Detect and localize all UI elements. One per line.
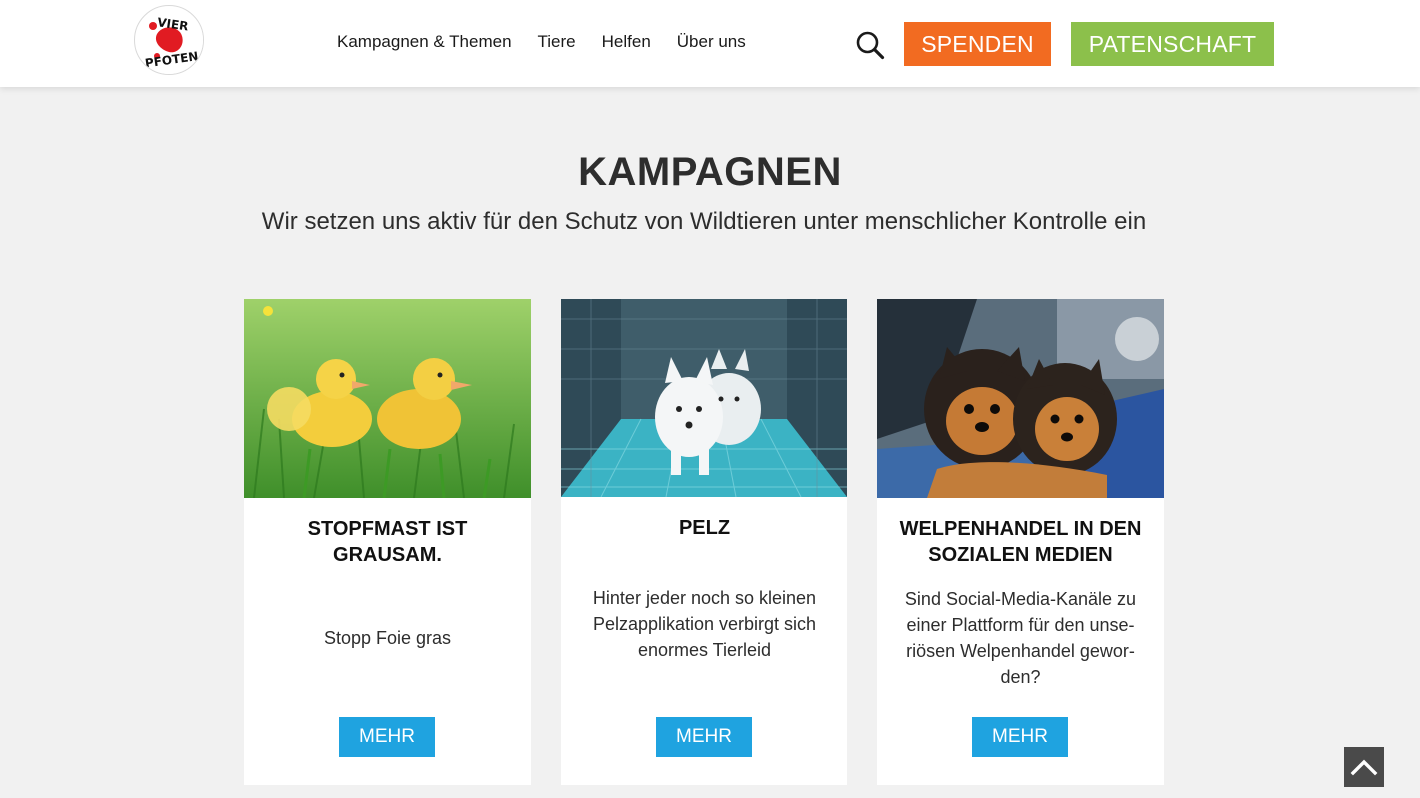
nav-item-tiere[interactable]: Tiere [538, 32, 576, 52]
mehr-button[interactable]: MEHR [339, 717, 435, 757]
site-header: VIER PFOTEN Kampagnen & Themen Tiere Hel… [0, 0, 1420, 87]
section-title: KAMPAGNEN [578, 150, 842, 194]
vier-pfoten-logo[interactable]: VIER PFOTEN [134, 5, 204, 75]
main-navigation: Kampagnen & Themen Tiere Helfen Über uns [337, 32, 772, 52]
card-title: STOPFMAST IST GRAUSAM. [307, 518, 468, 566]
puppies-image[interactable] [877, 299, 1164, 498]
campaign-card-pelz: PELZ Hinter jeder noch so kleinen Pelzap… [561, 299, 847, 785]
campaign-card-welpenhandel: WELPENHANDEL IN DEN SOZIALEN MEDIEN Sind… [877, 299, 1164, 785]
section-subtitle: Wir setzen uns aktiv für den Schutz von … [261, 208, 1147, 235]
ducklings-image[interactable] [244, 299, 531, 498]
nav-item-ueber-uns[interactable]: Über uns [677, 32, 746, 52]
card-title: WELPENHANDEL IN DEN SOZIALEN MEDIEN [899, 518, 1142, 566]
white-foxes-image[interactable] [561, 299, 847, 497]
mehr-button[interactable]: MEHR [656, 717, 752, 757]
donate-button[interactable]: SPENDEN [904, 22, 1051, 66]
chevron-up-icon [1350, 759, 1378, 776]
nav-item-kampagnen-themen[interactable]: Kampagnen & Themen [337, 32, 512, 52]
sponsorship-button[interactable]: PATENSCHAFT [1071, 22, 1274, 66]
search-icon[interactable] [855, 30, 885, 60]
card-text: Hinter jeder noch so kleinen Pelzapplika… [592, 588, 817, 660]
card-text: Stopp Foie gras [323, 628, 452, 648]
nav-item-helfen[interactable]: Helfen [602, 32, 651, 52]
campaign-card-foie-gras: STOPFMAST IST GRAUSAM. Stopp Foie gras M… [244, 299, 531, 785]
card-text: Sind Social-Media-Kanäle zu einer Plattf… [904, 589, 1137, 687]
mehr-button[interactable]: MEHR [972, 717, 1068, 757]
card-title: PELZ [678, 517, 731, 539]
back-to-top-button[interactable] [1344, 747, 1384, 787]
